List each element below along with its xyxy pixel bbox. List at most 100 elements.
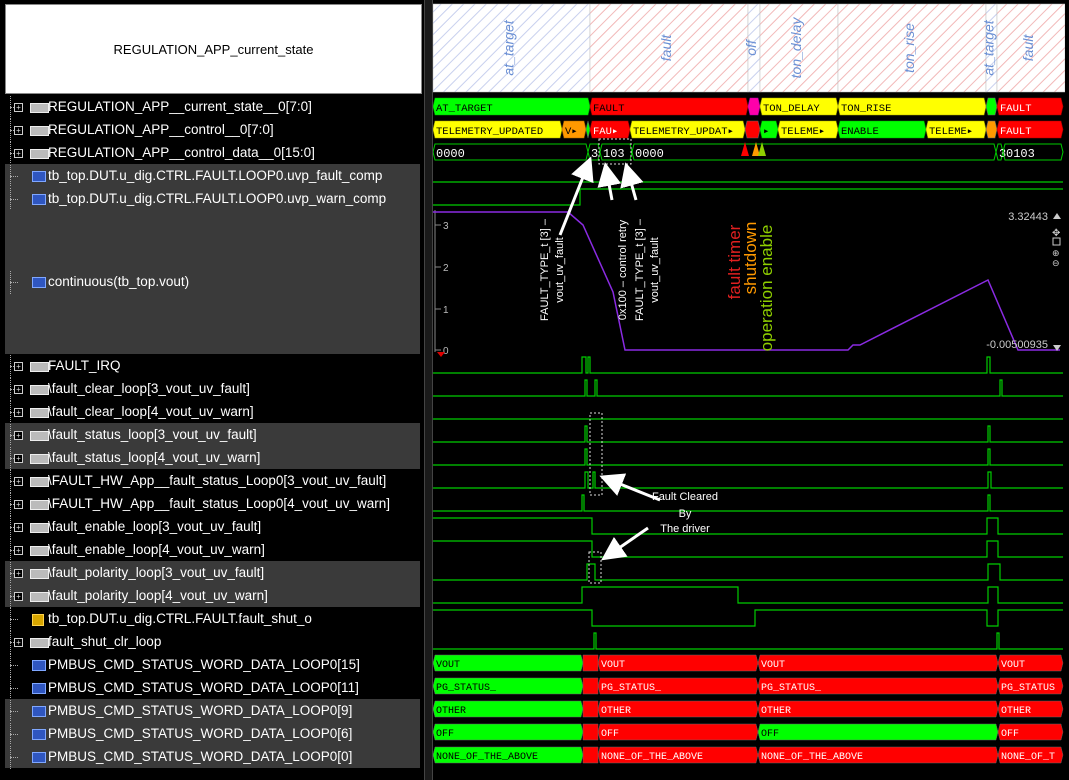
waveform-view[interactable]: at_target fault off ton_delay ton_rise at_tar… xyxy=(433,0,1065,780)
signal-row[interactable]: tb_top.DUT.u_dig.CTRL.FAULT.LOOP0.uvp_wa… xyxy=(5,187,420,211)
signal-row[interactable]: tb_top.DUT.u_dig.CTRL.FAULT.fault_shut_o xyxy=(5,607,420,631)
current-state-bus-value: AT_TARGET xyxy=(436,103,493,115)
expand-icon[interactable]: + xyxy=(14,499,23,509)
current-state-bus-value: FAULT xyxy=(593,103,625,115)
signal-row[interactable]: + \fault_enable_loop[4_vout_uv_warn] xyxy=(5,538,420,562)
state-header-label: at_target xyxy=(501,19,517,75)
signal-row[interactable]: + REGULATION_APP__control_data__0[15:0] xyxy=(5,141,420,165)
annotation-fault-cleared: Fault Cleared xyxy=(652,491,718,503)
control-bus-value: TELEME▸ xyxy=(929,126,973,138)
signal-row[interactable]: + fault_shut_clr_loop xyxy=(5,630,420,654)
signal-name: \fault_polarity_loop[4_vout_uv_warn] xyxy=(48,587,268,603)
wire-icon xyxy=(32,170,46,182)
signal-row[interactable]: + \fault_status_loop[3_vout_uv_fault] xyxy=(5,423,420,447)
expand-icon[interactable]: + xyxy=(14,545,23,555)
status-word-value: OFF xyxy=(601,729,619,740)
control-data-bus-value: 3 xyxy=(591,147,598,161)
signal-row[interactable]: tb_top.DUT.u_dig.CTRL.FAULT.LOOP0.uvp_fa… xyxy=(5,164,420,188)
control-bus-value: FAULT xyxy=(1000,126,1032,138)
tree-connector xyxy=(5,676,18,700)
status-word-segment xyxy=(433,723,584,741)
expand-icon[interactable]: + xyxy=(14,125,23,135)
expand-icon[interactable]: + xyxy=(14,361,23,371)
signal-name: PMBUS_CMD_STATUS_WORD_DATA_LOOP0[9] xyxy=(48,702,353,718)
bus-icon xyxy=(30,407,49,418)
status-word-value: NONE_OF_THE_ABOVE xyxy=(436,752,538,763)
signal-row[interactable]: + FAULT_IRQ xyxy=(5,354,420,378)
analog-tick-label: 0 xyxy=(443,346,449,357)
expand-icon[interactable]: + xyxy=(14,102,23,112)
status-word-segment xyxy=(757,654,999,672)
state-header-label: off xyxy=(743,38,759,56)
signal-name: tb_top.DUT.u_dig.CTRL.FAULT.LOOP0.uvp_fa… xyxy=(48,167,383,183)
status-word-value: PG_STATUS_ xyxy=(436,683,497,694)
signal-row[interactable]: + \fault_clear_loop[4_vout_uv_warn] xyxy=(5,400,420,424)
state-header-label: at_target xyxy=(981,19,997,75)
signal-row[interactable]: + \FAULT_HW_App__fault_status_Loop0[3_vou… xyxy=(5,469,420,493)
signal-row[interactable]: PMBUS_CMD_STATUS_WORD_DATA_LOOP0[11] xyxy=(5,676,420,700)
signal-row[interactable]: PMBUS_CMD_STATUS_WORD_DATA_LOOP0[0] xyxy=(5,745,420,769)
status-word-value: VOUT xyxy=(601,660,625,671)
annotation-fault-type-2b: vout_uv_fault xyxy=(649,237,661,302)
current-state-bus-value: TON_DELAY xyxy=(763,103,820,115)
control-bus-value: V▸ xyxy=(565,126,578,138)
signal-row[interactable]: + \fault_clear_loop[3_vout_uv_fault] xyxy=(5,377,420,401)
control-bus-value: FAU▸ xyxy=(593,126,618,138)
status-word-value: PG_STATUS xyxy=(1001,683,1055,694)
tree-connector xyxy=(5,745,18,769)
signal-row[interactable]: + \fault_polarity_loop[4_vout_uv_warn] xyxy=(5,584,420,608)
signal-row[interactable]: + REGULATION_APP__current_state__0[7:0] xyxy=(5,95,420,119)
signal-row[interactable]: PMBUS_CMD_STATUS_WORD_DATA_LOOP0[15] xyxy=(5,653,420,677)
signal-row[interactable]: + REGULATION_APP__control__0[7:0] xyxy=(5,118,420,142)
bus-icon xyxy=(30,148,49,159)
expand-icon[interactable]: + xyxy=(14,591,23,601)
expand-icon[interactable]: + xyxy=(14,384,23,394)
signal-row[interactable]: PMBUS_CMD_STATUS_WORD_DATA_LOOP0[9] xyxy=(5,699,420,723)
signal-name: \fault_polarity_loop[3_vout_uv_fault] xyxy=(48,564,265,580)
expand-icon[interactable]: + xyxy=(14,568,23,578)
status-word-segment xyxy=(757,723,999,741)
signal-name: \fault_status_loop[3_vout_uv_fault] xyxy=(48,426,257,442)
signal-name: PMBUS_CMD_STATUS_WORD_DATA_LOOP0[11] xyxy=(48,679,359,695)
bus-icon xyxy=(30,102,49,113)
signal-row[interactable]: + \fault_enable_loop[3_vout_uv_fault] xyxy=(5,515,420,539)
signal-name-panel: REGULATION_APP_current_state + REGULATION… xyxy=(0,0,424,780)
status-word-value: PG_STATUS_ xyxy=(601,683,662,694)
status-word-segment xyxy=(757,700,999,718)
current-state-bus-value: TON_RISE xyxy=(841,103,891,115)
expand-icon[interactable]: + xyxy=(14,148,23,158)
control-bus-value: TELEMETRY_UPDAT▸ xyxy=(633,126,734,138)
signal-name: REGULATION_APP__current_state__0[7:0] xyxy=(48,98,312,114)
expand-icon[interactable]: + xyxy=(14,637,23,647)
pane-splitter[interactable] xyxy=(424,0,433,780)
status-word-value: NONE_OF_T xyxy=(1001,752,1055,763)
signal-row[interactable]: continuous(tb_top.vout) xyxy=(5,210,420,354)
expand-icon[interactable]: + xyxy=(14,476,23,486)
signal-row[interactable]: + \FAULT_HW_App__fault_status_Loop0[4_vou… xyxy=(5,492,420,516)
status-word-value: OFF xyxy=(436,729,454,740)
annotation-control-retry: 0x100 – control retry xyxy=(617,219,629,320)
state-header-label: ton_rise xyxy=(901,23,917,73)
control-bus-value: TELEME▸ xyxy=(781,126,825,138)
analog-tick-label: 1 xyxy=(443,305,449,316)
signal-name: \FAULT_HW_App__fault_status_Loop0[3_vout… xyxy=(48,472,387,488)
signal-row[interactable]: + \fault_status_loop[4_vout_uv_warn] xyxy=(5,446,420,470)
status-word-value: OFF xyxy=(761,729,779,740)
state-header-label: ton_delay xyxy=(788,17,804,79)
signal-name: FAULT_IRQ xyxy=(48,357,121,373)
state-header-label: fault xyxy=(1020,34,1036,62)
expand-icon[interactable]: + xyxy=(14,407,23,417)
signal-name: tb_top.DUT.u_dig.CTRL.FAULT.LOOP0.uvp_wa… xyxy=(48,190,387,206)
signal-row[interactable]: + \fault_polarity_loop[3_vout_uv_fault] xyxy=(5,561,420,585)
signal-row[interactable]: PMBUS_CMD_STATUS_WORD_DATA_LOOP0[6] xyxy=(5,722,420,746)
control-bus-segment xyxy=(744,120,761,139)
status-word-value: OTHER xyxy=(761,706,791,717)
tree-connector xyxy=(5,653,18,677)
expand-icon[interactable]: + xyxy=(14,430,23,440)
column-header-title: REGULATION_APP_current_state xyxy=(113,41,314,57)
state-header-label: fault xyxy=(658,34,674,62)
expand-icon[interactable]: + xyxy=(14,453,23,463)
status-word-transition xyxy=(582,677,599,695)
expand-icon[interactable]: + xyxy=(14,522,23,532)
signal-name: \fault_clear_loop[3_vout_uv_fault] xyxy=(48,380,250,396)
